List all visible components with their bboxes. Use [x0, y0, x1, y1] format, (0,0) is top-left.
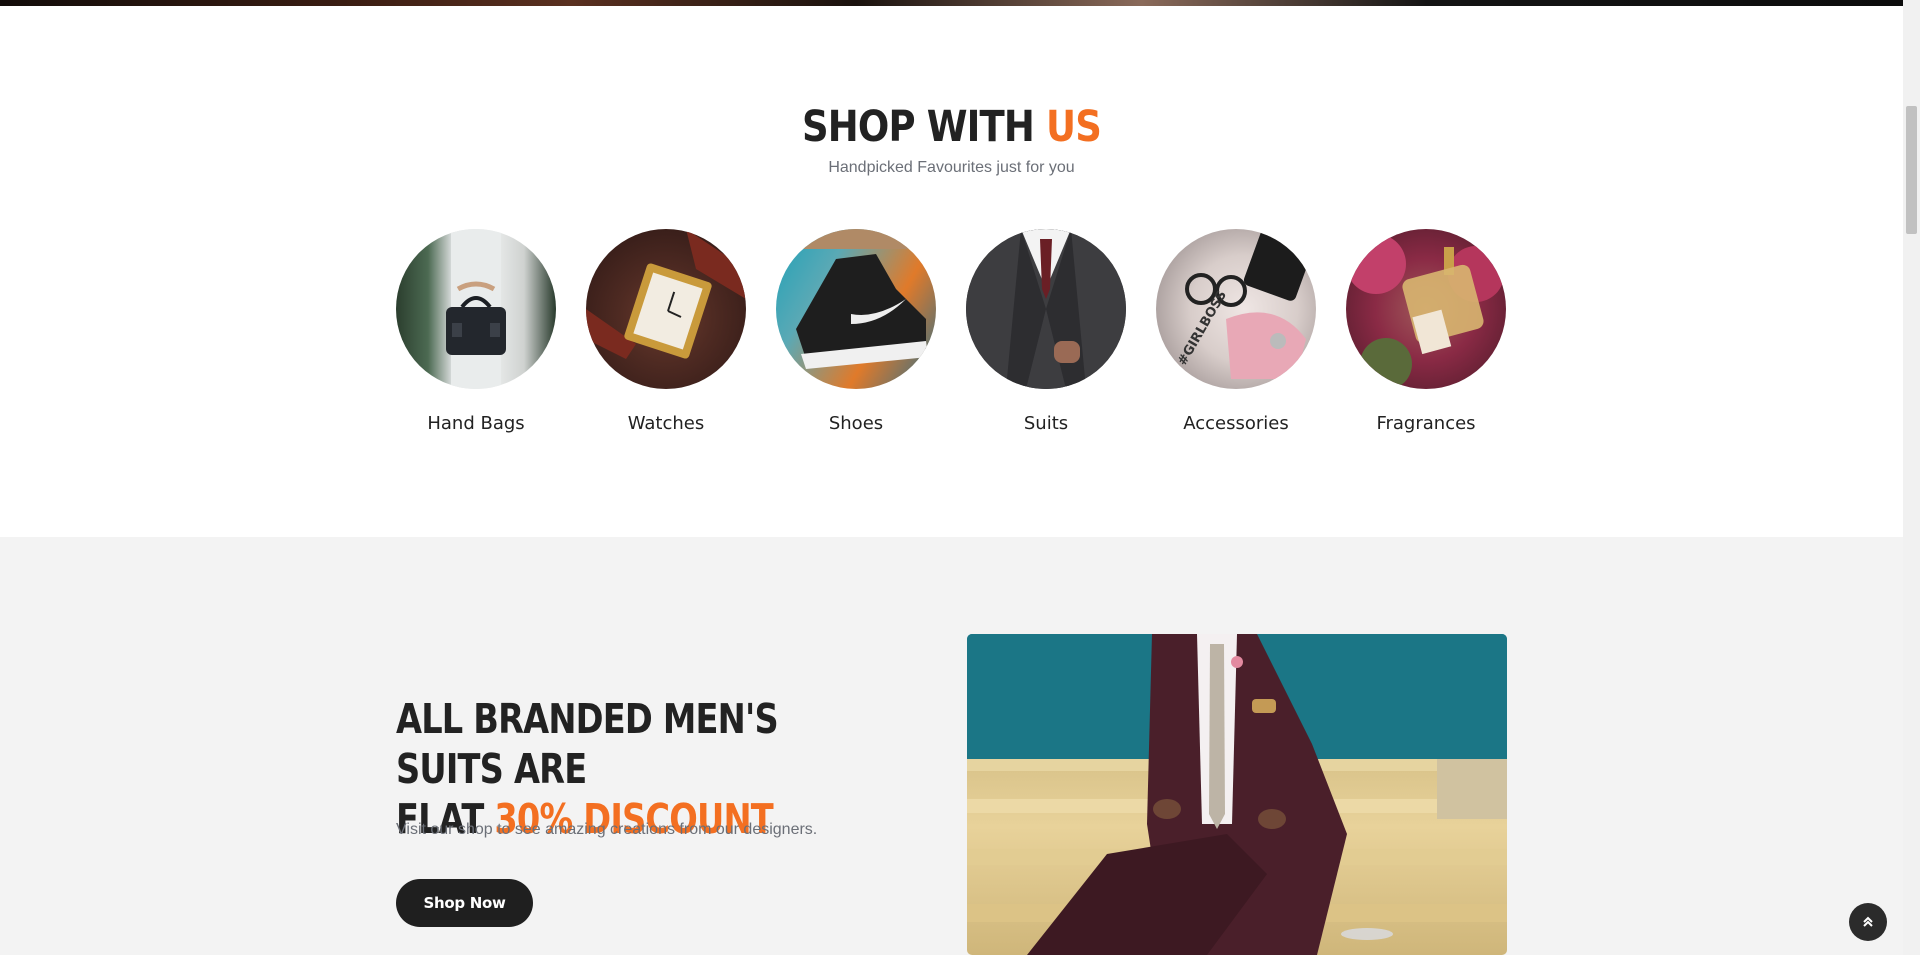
section-subtitle: Handpicked Favourites just for you: [828, 159, 1075, 176]
promo-suit-image: [967, 634, 1507, 955]
category-label: Suits: [1023, 413, 1069, 434]
category-fragrances[interactable]: Fragrances: [1346, 229, 1506, 434]
scrollbar-thumb[interactable]: [1906, 106, 1917, 234]
promo-section: ALL BRANDED MEN'S SUITS ARE FLAT 30% DIS…: [0, 537, 1903, 955]
svg-text:#GIRLBOSS: #GIRLBOSS: [1175, 288, 1230, 368]
category-label: Fragrances: [1376, 413, 1476, 434]
category-accessories[interactable]: #GIRLBOSS Accessories: [1156, 229, 1316, 434]
title-main: SHOP WITH: [802, 102, 1035, 152]
promo-heading-line1: ALL BRANDED MEN'S SUITS ARE: [396, 695, 779, 793]
shop-now-button[interactable]: Shop Now: [396, 879, 533, 927]
back-to-top-button[interactable]: [1849, 903, 1887, 941]
category-watches[interactable]: Watches: [586, 229, 746, 434]
double-chevron-up-icon: [1863, 916, 1873, 927]
page: SHOP WITH US Handpicked Favourites just …: [0, 0, 1903, 955]
category-label: Hand Bags: [427, 413, 525, 434]
category-suits[interactable]: Suits: [966, 229, 1126, 434]
suit-image[interactable]: [966, 229, 1126, 389]
category-list: Hand Bags Watches Shoes Suits #GIRLBOSS …: [396, 229, 1508, 449]
category-hand-bags[interactable]: Hand Bags: [396, 229, 556, 434]
category-label: Shoes: [828, 413, 884, 434]
title-accent: US: [1046, 102, 1102, 152]
accessories-image[interactable]: #GIRLBOSS: [1156, 229, 1316, 389]
section-title: SHOP WITH US: [133, 102, 1770, 152]
category-shoes[interactable]: Shoes: [776, 229, 936, 434]
promo-text: Visit our shop to see amazing creations …: [396, 821, 818, 838]
category-label: Watches: [627, 413, 705, 434]
shop-with-us-section: SHOP WITH US Handpicked Favourites just …: [0, 6, 1903, 537]
category-label: Accessories: [1183, 413, 1289, 434]
shoe-image[interactable]: [776, 229, 936, 389]
watch-image[interactable]: [586, 229, 746, 389]
handbag-image[interactable]: [396, 229, 556, 389]
perfume-image[interactable]: [1346, 229, 1506, 389]
